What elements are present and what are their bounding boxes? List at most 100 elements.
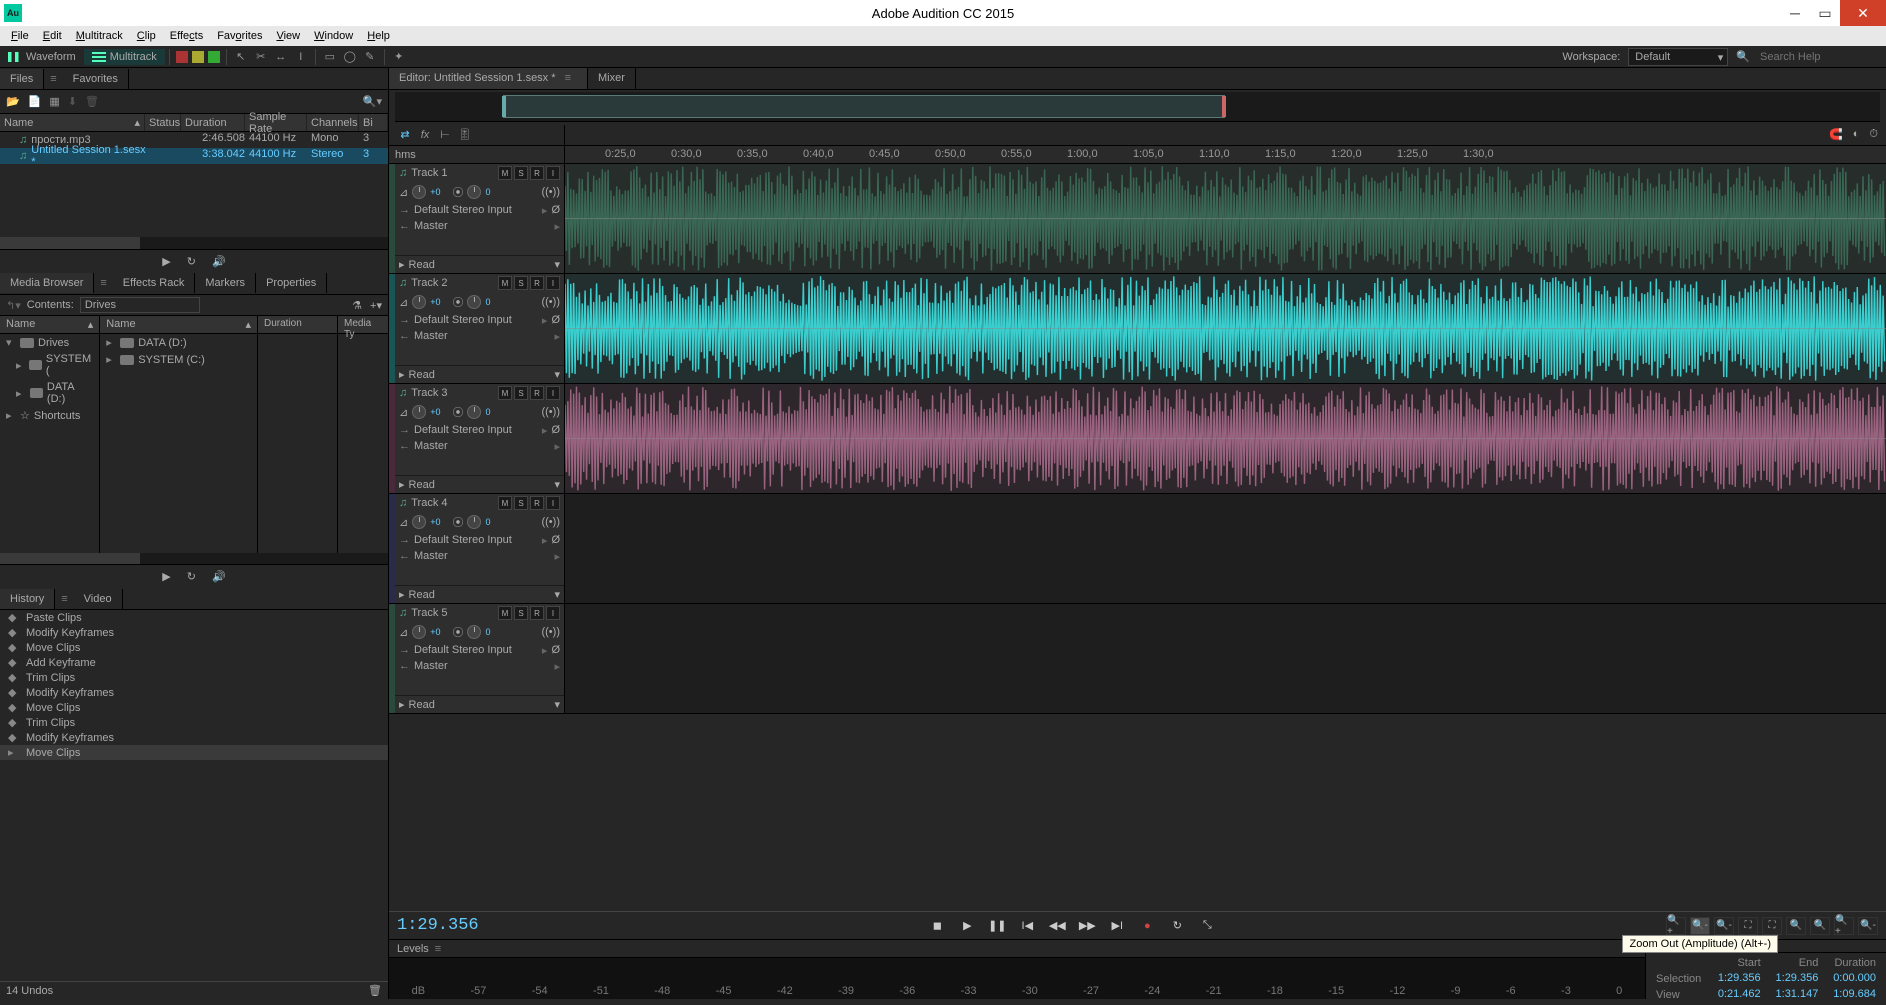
marquee-tool[interactable]: ▭ <box>320 47 340 67</box>
track-input[interactable]: Default Stereo Input <box>414 314 538 326</box>
tree-data-d[interactable]: ▸DATA (D:) <box>0 379 99 407</box>
r-button[interactable]: R <box>530 496 544 510</box>
editor-session-tab[interactable]: Editor: Untitled Session 1.sesx * ≡ <box>389 68 588 89</box>
files-col-duration[interactable]: Duration <box>181 114 245 131</box>
i-button[interactable]: I <box>546 386 560 400</box>
zoom-in-time-button[interactable]: 🔍+ <box>1666 917 1686 935</box>
inputs-outputs-icon[interactable]: ⇄ <box>395 125 415 145</box>
files-col-channels[interactable]: Channels <box>307 114 359 131</box>
timecode-display[interactable]: 1:29.356 <box>397 916 479 935</box>
history-item[interactable]: ▸Move Clips <box>0 745 388 760</box>
track-input[interactable]: Default Stereo Input <box>414 644 538 656</box>
m-button[interactable]: M <box>498 166 512 180</box>
new-multitrack-icon[interactable]: ▦ <box>49 95 59 108</box>
stereo-icon[interactable]: ((•)) <box>541 626 560 638</box>
automation-mode[interactable]: Read <box>409 259 551 271</box>
rewind-button[interactable]: ◀◀ <box>1047 916 1067 936</box>
track-output[interactable]: Master <box>414 330 550 342</box>
skip-start-button[interactable]: I◀ <box>1017 916 1037 936</box>
media-browser-tab[interactable]: Media Browser <box>0 273 94 293</box>
files-col-status[interactable]: Status <box>145 114 181 131</box>
automation-arrow-icon[interactable]: ▸ <box>399 478 405 491</box>
filter-icon[interactable]: ⚗ <box>352 299 362 312</box>
open-file-icon[interactable]: 📂 <box>6 95 20 108</box>
track-output[interactable]: Master <box>414 220 550 232</box>
history-item[interactable]: ◆Move Clips <box>0 640 388 655</box>
volume-knob[interactable] <box>412 185 426 199</box>
media-loop-button[interactable]: ↻ <box>187 570 196 583</box>
media-autoplay-button[interactable]: 🔊 <box>212 570 226 583</box>
automation-arrow-icon[interactable]: ▸ <box>399 258 405 271</box>
zoom-selection-button[interactable]: ⛶ <box>1762 917 1782 935</box>
pan-knob[interactable] <box>467 515 481 529</box>
track-collapse-icon[interactable]: ♫ <box>399 387 407 399</box>
track-input[interactable]: Default Stereo Input <box>414 424 538 436</box>
file-row[interactable]: ♫Untitled Session 1.sesx *3:38.04244100 … <box>0 148 388 164</box>
autoplay-button[interactable]: 🔊 <box>212 255 226 268</box>
s-button[interactable]: S <box>514 496 528 510</box>
heal-tool[interactable]: ✦ <box>389 47 409 67</box>
effects-rack-tab[interactable]: Effects Rack <box>113 273 196 293</box>
new-file-icon[interactable]: 📄 <box>28 95 42 108</box>
stereo-icon[interactable]: ((•)) <box>541 406 560 418</box>
markers-tab[interactable]: Markers <box>195 273 256 293</box>
history-tab[interactable]: History <box>0 589 55 609</box>
menu-help[interactable]: Help <box>360 30 397 42</box>
volume-knob[interactable] <box>412 515 426 529</box>
phase-icon[interactable]: Ø <box>551 314 560 326</box>
overview-handle-right[interactable] <box>1222 96 1226 117</box>
stereo-icon[interactable]: ((•)) <box>541 186 560 198</box>
fx-icon[interactable]: fx <box>415 125 435 145</box>
maximize-button[interactable]: ▭ <box>1810 0 1840 26</box>
move-tool[interactable]: ↖ <box>231 47 251 67</box>
minimize-button[interactable]: ─ <box>1780 0 1810 26</box>
menu-view[interactable]: View <box>269 30 307 42</box>
snap-icon[interactable]: 🧲 <box>1829 128 1843 141</box>
trash-icon[interactable]: 🗑 <box>85 95 99 108</box>
pan-knob[interactable] <box>467 625 481 639</box>
history-trash-icon[interactable]: 🗑 <box>368 984 382 997</box>
automation-arrow-icon[interactable]: ▸ <box>399 588 405 601</box>
play-preview-button[interactable]: ▶ <box>162 255 170 268</box>
time-selection-tool[interactable]: I <box>291 47 311 67</box>
zoom-in-button[interactable]: 🔍+ <box>1834 917 1854 935</box>
track-output[interactable]: Master <box>414 660 550 672</box>
i-button[interactable]: I <box>546 166 560 180</box>
m-button[interactable]: M <box>498 276 512 290</box>
pan-knob[interactable] <box>467 295 481 309</box>
skip-selection-button[interactable]: ⤡ <box>1197 916 1217 936</box>
track-name[interactable]: Track 3 <box>411 387 494 399</box>
i-button[interactable]: I <box>546 276 560 290</box>
zoom-fit-button[interactable]: ⛶ <box>1738 917 1758 935</box>
history-menu-icon[interactable]: ≡ <box>55 593 73 605</box>
tree-item-data[interactable]: ▸DATA (D:) <box>100 334 257 351</box>
menu-clip[interactable]: Clip <box>130 30 163 42</box>
phase-icon[interactable]: Ø <box>551 644 560 656</box>
metronome-icon[interactable]: ⏱ <box>1869 128 1878 141</box>
record-button[interactable]: ● <box>1137 916 1157 936</box>
files-col-bit[interactable]: Bi <box>359 114 388 131</box>
track-content[interactable] <box>565 494 1886 603</box>
multitrack-mode-button[interactable]: Multitrack <box>84 49 165 65</box>
r-button[interactable]: R <box>530 276 544 290</box>
history-item[interactable]: ◆Trim Clips <box>0 715 388 730</box>
r-button[interactable]: R <box>530 386 544 400</box>
search-files-icon[interactable]: 🔍▾ <box>363 95 382 108</box>
search-help-input[interactable] <box>1758 49 1878 65</box>
s-button[interactable]: S <box>514 606 528 620</box>
volume-knob[interactable] <box>412 405 426 419</box>
waveform-mode-button[interactable]: Waveform <box>0 49 84 65</box>
track-collapse-icon[interactable]: ♫ <box>399 167 407 179</box>
loop-preview-button[interactable]: ↻ <box>187 255 196 268</box>
media-h-scrollbar[interactable] <box>0 553 388 565</box>
add-shortcut-icon[interactable]: +▾ <box>370 299 382 312</box>
overview-handle-left[interactable] <box>502 96 506 117</box>
menu-window[interactable]: Window <box>307 30 360 42</box>
history-item[interactable]: ◆Modify Keyframes <box>0 685 388 700</box>
automation-mode[interactable]: Read <box>409 479 551 491</box>
menu-effects[interactable]: Effects <box>163 30 210 42</box>
tree-system-c[interactable]: ▸SYSTEM ( <box>0 351 99 379</box>
files-tab[interactable]: Files <box>0 69 44 89</box>
track-input[interactable]: Default Stereo Input <box>414 534 538 546</box>
sends-icon[interactable]: ⊢ <box>435 125 455 145</box>
